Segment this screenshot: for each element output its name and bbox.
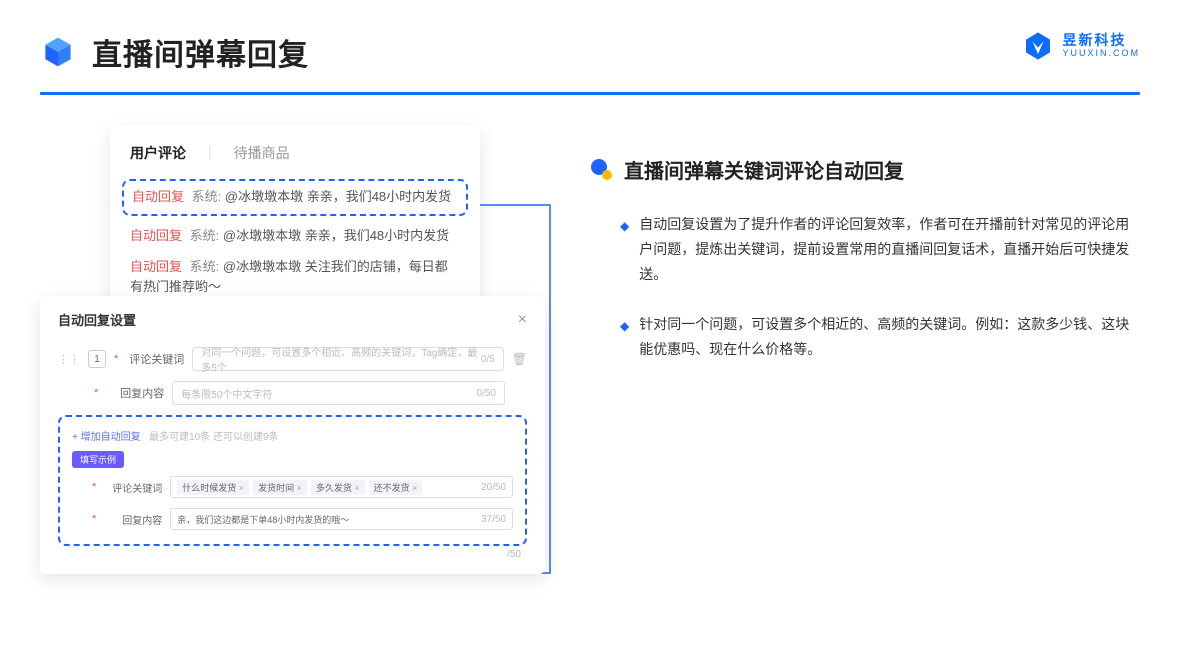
- close-icon[interactable]: ×: [518, 311, 527, 329]
- comment-row: 自动回复 系统: @冰墩墩本墩 亲亲，我们48小时内发货: [130, 226, 460, 247]
- section-heading: 直播间弹幕关键词评论自动回复: [624, 155, 904, 184]
- brand-name: 昱新科技: [1062, 33, 1140, 48]
- chat-bubble-icon: [590, 158, 614, 182]
- auto-reply-settings-dialog: 自动回复设置 × ⋮⋮ 1 * 评论关键词 对同一个问题，可设置多个相近、高频的…: [40, 296, 545, 574]
- example-box: + 增加自动回复 最多可建10条 还可以创建9条 填写示例 * 评论关键词 什么…: [58, 415, 527, 546]
- tab-products[interactable]: 待播商品: [234, 143, 290, 163]
- outer-counter: /50: [507, 549, 521, 560]
- keyword-input[interactable]: 对同一个问题，可设置多个相近、高频的关键词，Tag确定，最多5个 0/5: [192, 347, 503, 371]
- content-label: 回复内容: [108, 385, 164, 401]
- comment-row: 自动回复 系统: @冰墩墩本墩 关注我们的店铺，每日都有热门推荐哟～: [130, 257, 460, 299]
- auto-reply-tag: 自动回复: [132, 189, 184, 204]
- brand-hex-icon: [1022, 30, 1054, 62]
- example-content-input[interactable]: 亲，我们这边都是下单48小时内发货的哦～ 37/50: [170, 508, 513, 530]
- add-auto-reply-link[interactable]: + 增加自动回复: [72, 432, 141, 443]
- bullet-item: ◆ 针对同一个问题，可设置多个相近的、高频的关键词。例如：这款多少钱、这块能优惠…: [590, 312, 1140, 362]
- tab-separator: |: [208, 143, 212, 163]
- cube-icon: [40, 34, 76, 70]
- diamond-icon: ◆: [620, 316, 629, 362]
- content-input[interactable]: 每条限50个中文字符 0/50: [172, 381, 505, 405]
- highlighted-comment: 自动回复 系统: @冰墩墩本墩 亲亲，我们48小时内发货: [122, 179, 468, 216]
- diamond-icon: ◆: [620, 216, 629, 288]
- sequence-number: 1: [88, 350, 106, 368]
- bullet-item: ◆ 自动回复设置为了提升作者的评论回复效率，作者可在开播前针对常见的评论用户问题…: [590, 212, 1140, 288]
- example-badge: 填写示例: [72, 451, 124, 468]
- page-title: 直播间弹幕回复: [92, 30, 309, 74]
- drag-handle-icon[interactable]: ⋮⋮: [58, 353, 80, 366]
- brand-url: YUUXIN.COM: [1062, 49, 1140, 59]
- trash-icon[interactable]: 🗑: [512, 352, 527, 366]
- dialog-title: 自动回复设置: [58, 310, 136, 329]
- brand-logo: 昱新科技 YUUXIN.COM: [1022, 30, 1140, 62]
- tab-user-comments[interactable]: 用户评论: [130, 143, 186, 163]
- example-keyword-tags[interactable]: 什么时候发货 发货时间 多久发货 还不发货 20/50: [170, 476, 513, 498]
- keyword-label: 评论关键词: [128, 351, 184, 367]
